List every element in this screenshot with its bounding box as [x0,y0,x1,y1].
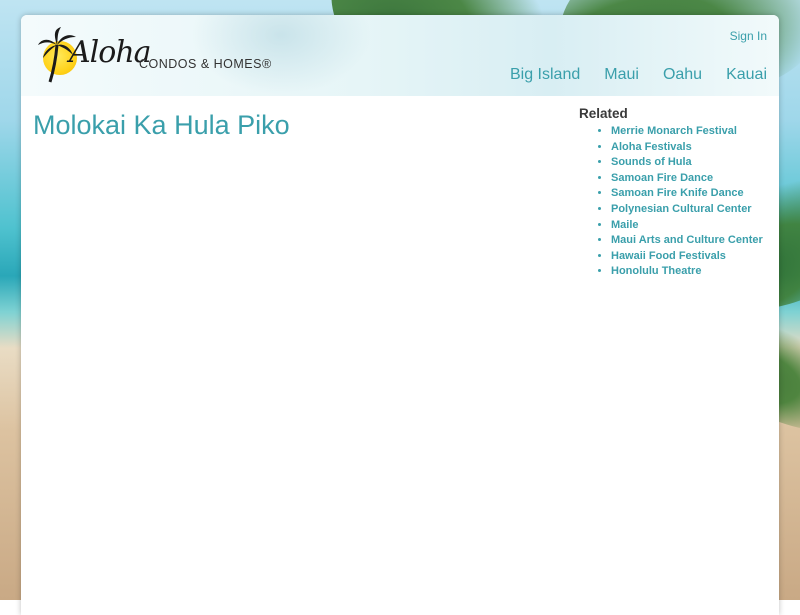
related-heading: Related [579,106,628,121]
nav-big-island[interactable]: Big Island [510,66,580,84]
related-link[interactable]: Aloha Festivals [611,141,692,153]
page-card: Aloha CONDOS & HOMES® Sign In Big Island… [21,15,779,615]
nav-oahu[interactable]: Oahu [663,66,702,84]
related-link[interactable]: Honolulu Theatre [611,265,701,277]
list-item: Maui Arts and Culture Center [611,233,774,249]
related-list: Merrie Monarch Festival Aloha Festivals … [579,124,774,280]
site-header: Aloha CONDOS & HOMES® Sign In Big Island… [21,15,779,96]
list-item: Sounds of Hula [611,155,774,171]
page-title: Molokai Ka Hula Piko [33,110,290,140]
related-link[interactable]: Sounds of Hula [611,156,692,168]
related-link[interactable]: Hawaii Food Festivals [611,250,726,262]
related-link[interactable]: Samoan Fire Knife Dance [611,187,744,199]
list-item: Aloha Festivals [611,140,774,156]
list-item: Samoan Fire Knife Dance [611,186,774,202]
related-sidebar: Related Merrie Monarch Festival Aloha Fe… [579,106,774,280]
list-item: Polynesian Cultural Center [611,202,774,218]
list-item: Hawaii Food Festivals [611,249,774,265]
related-link[interactable]: Samoan Fire Dance [611,172,713,184]
sign-in-link[interactable]: Sign In [730,29,767,43]
nav-maui[interactable]: Maui [604,66,639,84]
list-item: Honolulu Theatre [611,264,774,280]
related-link[interactable]: Merrie Monarch Festival [611,125,737,137]
related-link[interactable]: Maile [611,219,639,231]
island-nav: Big Island Maui Oahu Kauai [510,66,767,84]
list-item: Maile [611,218,774,234]
logo-subtitle: CONDOS & HOMES® [139,57,272,71]
list-item: Merrie Monarch Festival [611,124,774,140]
site-logo[interactable]: Aloha CONDOS & HOMES® [33,27,273,83]
related-link[interactable]: Polynesian Cultural Center [611,203,752,215]
related-link[interactable]: Maui Arts and Culture Center [611,234,763,246]
nav-kauai[interactable]: Kauai [726,66,767,84]
list-item: Samoan Fire Dance [611,171,774,187]
